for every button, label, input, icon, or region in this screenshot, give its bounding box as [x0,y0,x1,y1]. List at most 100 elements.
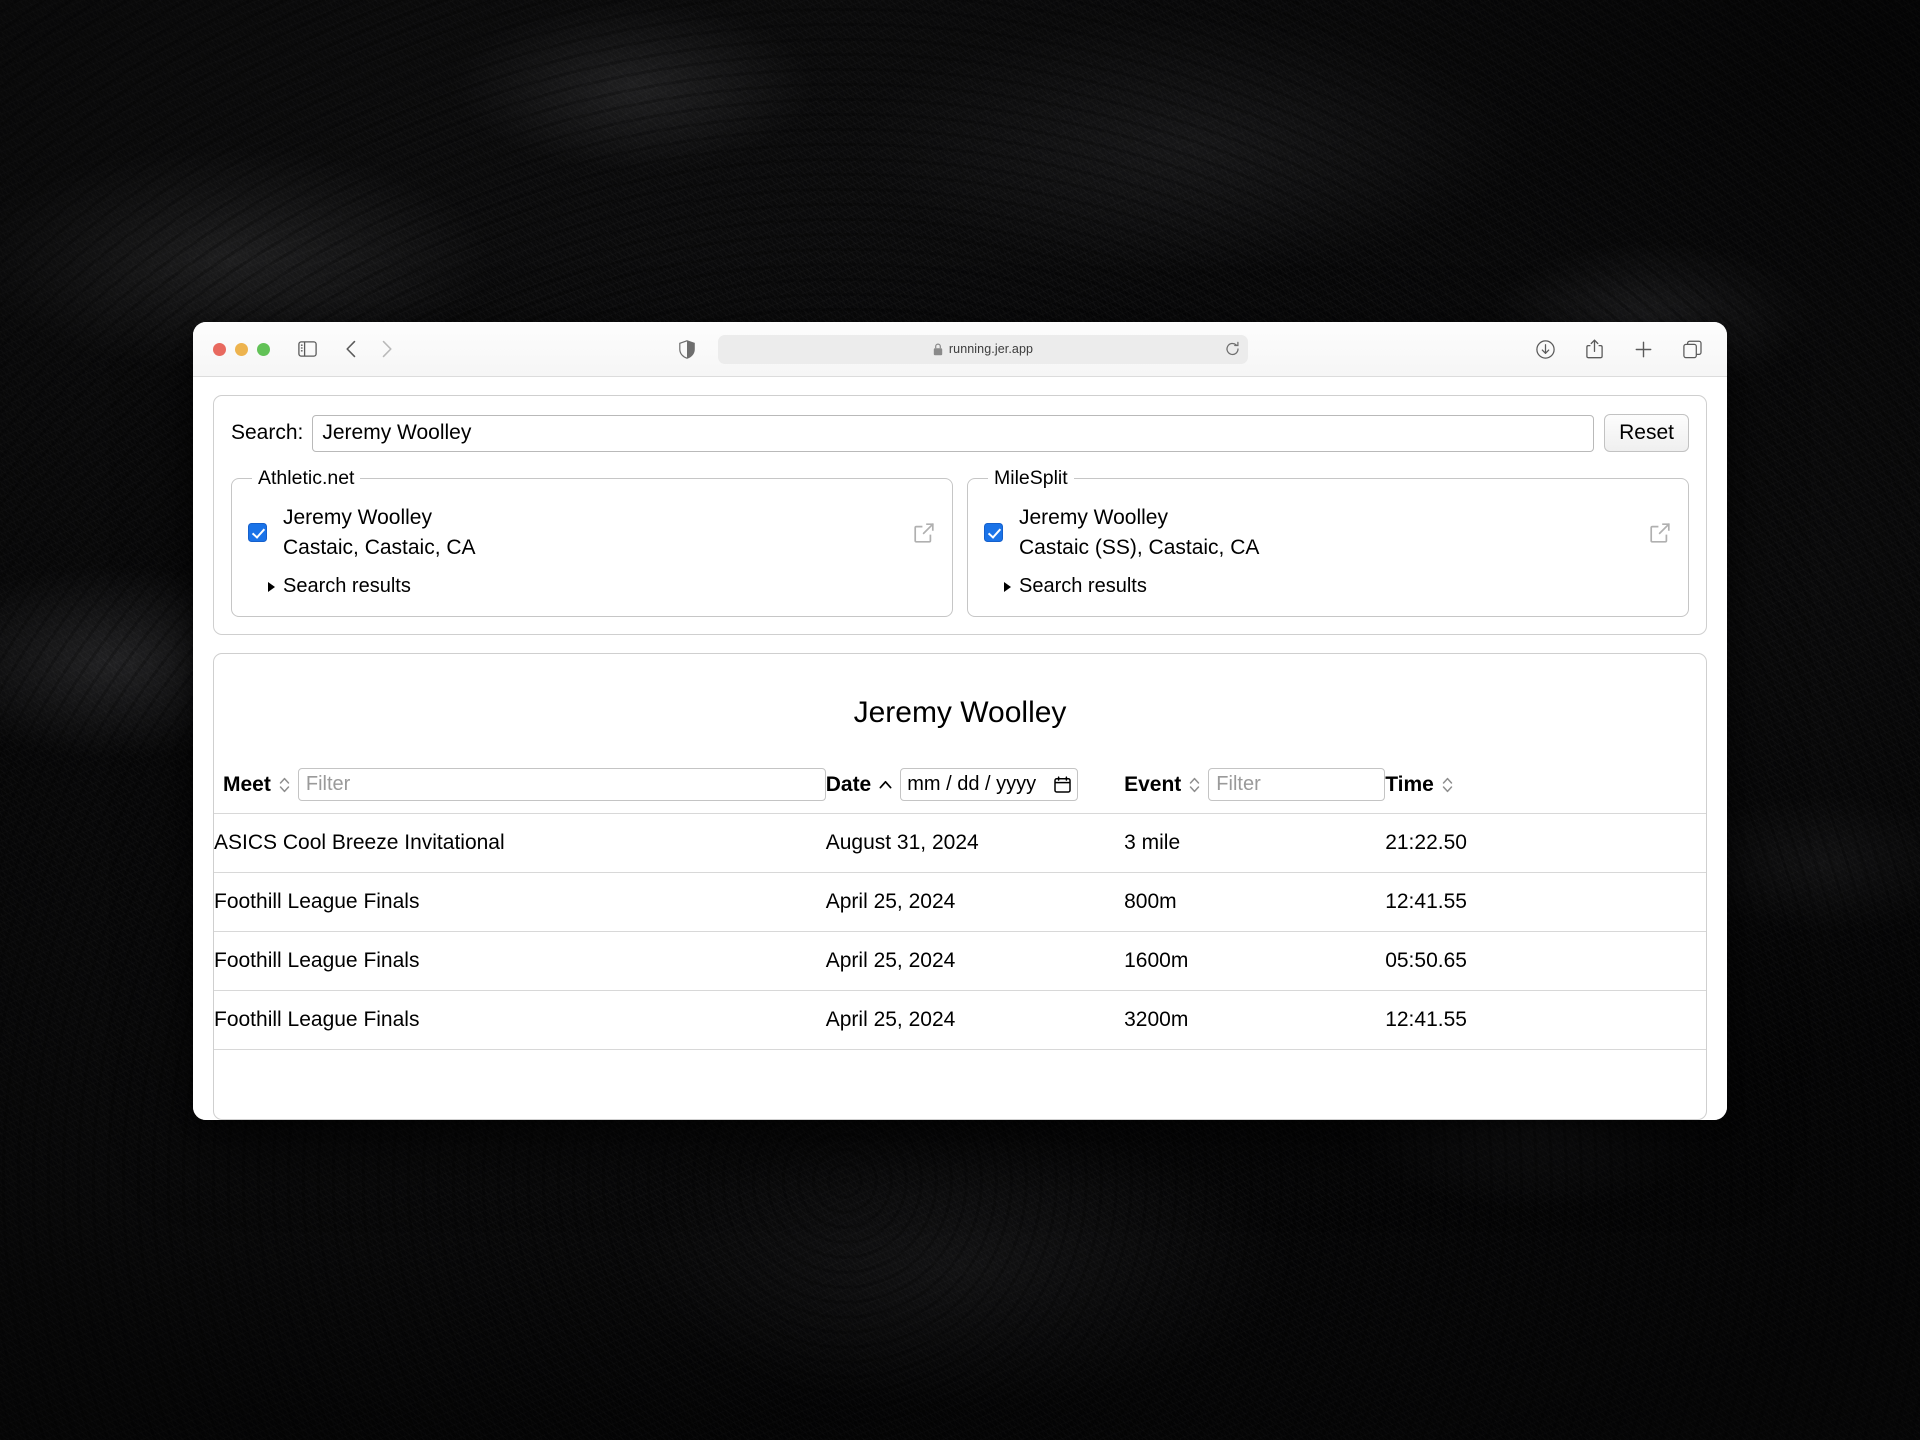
share-icon[interactable] [1579,334,1609,364]
source-fieldsets: Athletic.net Jeremy Woolley Castaic, Cas… [231,467,1689,618]
search-results-disclosure[interactable]: Search results [268,575,936,598]
athlete-name: Jeremy Woolley [1019,506,1168,529]
column-label-time: Time [1385,772,1434,796]
table-header-row: Meet Filter Date mm / dd / yyyy Event Fi… [214,768,1706,814]
cell-event [1124,1049,1386,1085]
table-row[interactable]: ASICS Cool Breeze Invitational August 31… [214,813,1706,873]
column-label-meet: Meet [223,772,271,796]
date-placeholder-text: mm / dd / yyyy [907,773,1037,796]
column-label-date: Date [825,772,872,796]
privacy-shield-icon[interactable] [672,334,702,364]
search-label: Search: [231,421,304,444]
desktop-wallpaper: running.jer.app Search: Jeremy Woolley R… [0,0,1920,1440]
cell-date: April 25, 2024 [825,931,1125,991]
sort-toggle-time[interactable] [1441,776,1454,794]
url-display: running.jer.app [933,342,1033,356]
source-athleticnet: Athletic.net Jeremy Woolley Castaic, Cas… [231,467,953,618]
toolbar-right-buttons [1530,334,1707,364]
source-milesplit: MileSplit Jeremy Woolley Castaic (SS), C… [967,467,1689,618]
column-header-date: Date mm / dd / yyyy [826,768,1124,814]
cell-time: 12:41.55 [1385,872,1706,932]
reset-button[interactable]: Reset [1604,414,1689,452]
sort-toggle-meet[interactable] [278,776,291,794]
plus-icon[interactable] [1628,334,1658,364]
table-row[interactable]: Foothill League Finals April 25, 2024 80… [214,872,1706,932]
cell-event: 3 mile [1124,813,1386,873]
table-row[interactable]: Foothill League Finals April 25, 2024 32… [214,990,1706,1050]
external-link-icon[interactable] [900,521,936,545]
address-bar[interactable]: running.jer.app [718,334,1248,364]
sort-toggle-event[interactable] [1188,776,1201,794]
reload-icon[interactable] [1225,341,1240,357]
athlete-info: Jeremy Woolley Castaic, Castaic, CA [283,504,476,561]
lock-icon [933,343,943,356]
search-input[interactable] [312,414,1595,452]
source-athlete-row: Jeremy Woolley Castaic (SS), Castaic, CA [984,498,1672,561]
athlete-location: Castaic (SS), Castaic, CA [1019,535,1260,559]
cell-event: 800m [1124,872,1386,932]
cell-date: April 25, 2024 [825,872,1125,932]
search-results-label: Search results [283,575,411,598]
results-table: Meet Filter Date mm / dd / yyyy Event Fi… [214,768,1706,1085]
minimize-window-button[interactable] [235,342,248,356]
results-table-head: Meet Filter Date mm / dd / yyyy Event Fi… [214,768,1706,814]
cell-time: 21:22.50 [1385,813,1706,873]
external-link-icon[interactable] [1636,521,1672,545]
column-header-event: Event [1124,768,1386,814]
search-panel: Search: Reset Athletic.net Jeremy Woolle… [213,395,1707,636]
results-panel: Jeremy Woolley Meet Filter Date mm / dd … [213,653,1707,1120]
cell-date: April 25, 2024 [825,990,1125,1050]
navigation-buttons [336,334,402,364]
window-controls [213,342,270,356]
filter-input-date[interactable]: mm / dd / yyyy [900,768,1079,802]
tab-overview-icon[interactable] [1677,334,1707,364]
chevron-right-icon[interactable] [372,334,402,364]
cell-meet [214,1049,826,1085]
source-legend: MileSplit [994,467,1068,489]
zoom-window-button[interactable] [257,342,270,356]
cell-date: August 31, 2024 [825,813,1125,873]
column-header-time: Time [1385,768,1706,814]
search-results-disclosure[interactable]: Search results [1004,575,1672,598]
cell-meet: Foothill League Finals [214,931,826,991]
cell-date [825,1049,1125,1085]
cell-time: 05:50.65 [1385,931,1706,991]
search-row: Search: Reset [231,414,1689,452]
downloads-icon[interactable] [1530,334,1560,364]
calendar-icon[interactable] [1054,776,1071,794]
cell-meet: ASICS Cool Breeze Invitational [214,813,826,873]
cell-meet: Foothill League Finals [214,990,826,1050]
filter-input-meet[interactable] [297,768,826,802]
table-row-partial[interactable] [214,1049,1706,1085]
cell-time: 12:41.55 [1385,990,1706,1050]
cell-event: 1600m [1124,931,1386,991]
athlete-name: Jeremy Woolley [283,506,432,529]
url-text: running.jer.app [948,342,1034,356]
source-athlete-row: Jeremy Woolley Castaic, Castaic, CA [248,498,936,561]
address-bar-group: running.jer.app [672,334,1248,364]
sort-toggle-date[interactable] [878,776,893,794]
sidebar-icon[interactable] [292,334,322,364]
column-label-event: Event [1124,772,1182,796]
athlete-location: Castaic, Castaic, CA [283,535,476,559]
results-table-body: ASICS Cool Breeze Invitational August 31… [214,813,1706,1085]
source-milesplit-checkbox[interactable] [984,523,1003,543]
cell-meet: Foothill League Finals [214,872,826,932]
browser-toolbar: running.jer.app [193,322,1727,377]
close-window-button[interactable] [213,342,226,356]
cell-event: 3200m [1124,990,1386,1050]
filter-input-event[interactable] [1208,768,1386,802]
disclosure-triangle-icon [1004,581,1011,592]
page-title: Jeremy Woolley [853,696,1067,730]
cell-time [1385,1049,1706,1085]
page-content: Search: Reset Athletic.net Jeremy Woolle… [193,377,1727,1120]
disclosure-triangle-icon [268,581,275,592]
safari-browser-window: running.jer.app Search: Jeremy Woolley R… [193,322,1727,1120]
source-legend: Athletic.net [258,467,355,489]
table-row[interactable]: Foothill League Finals April 25, 2024 16… [214,931,1706,991]
source-athleticnet-checkbox[interactable] [248,523,267,543]
search-results-label: Search results [1019,575,1147,598]
column-header-meet: Meet [214,768,826,814]
chevron-left-icon[interactable] [336,334,366,364]
athlete-info: Jeremy Woolley Castaic (SS), Castaic, CA [1019,504,1259,561]
